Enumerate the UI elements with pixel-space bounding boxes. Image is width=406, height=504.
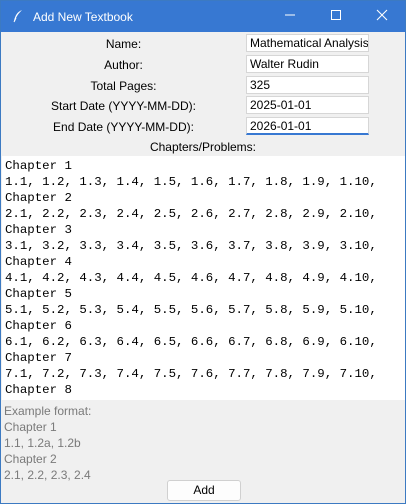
add-textbook-window: Add New Textbook Name: Mathematical Anal…: [0, 0, 406, 504]
text-line: Chapter 2: [5, 191, 72, 205]
chapters-label: Chapters/Problems:: [149, 140, 257, 154]
example-line: Chapter 2: [4, 452, 57, 466]
end-date-label: End Date (YYYY-MM-DD):: [53, 120, 194, 134]
close-icon: [376, 9, 388, 24]
example-line: Example format:: [4, 404, 92, 418]
text-line: 2.1, 2.2, 2.3, 2.4, 2.5, 2.6, 2.7, 2.8, …: [5, 207, 377, 221]
text-line: Chapter 1: [5, 159, 72, 173]
text-line: Chapter 7: [5, 351, 72, 365]
title-bar[interactable]: Add New Textbook: [1, 1, 405, 32]
author-field[interactable]: Walter Rudin: [246, 55, 369, 73]
feather-icon: [11, 9, 25, 23]
text-line: Chapter 8: [5, 383, 72, 397]
add-button[interactable]: Add: [167, 480, 241, 501]
start-date-label: Start Date (YYYY-MM-DD):: [51, 99, 196, 113]
text-line: Chapter 6: [5, 319, 72, 333]
text-line: Chapter 3: [5, 223, 72, 237]
example-line: 2.1, 2.2, 2.3, 2.4: [4, 468, 91, 482]
total-pages-field[interactable]: 325: [246, 76, 369, 94]
text-line: 7.1, 7.2, 7.3, 7.4, 7.5, 7.6, 7.7, 7.8, …: [5, 367, 377, 381]
example-line: Chapter 1: [4, 420, 57, 434]
end-date-field[interactable]: 2026-01-01: [246, 117, 369, 135]
minimize-button[interactable]: [267, 1, 313, 32]
example-line: 1.1, 1.2a, 1.2b: [4, 436, 81, 450]
total-pages-label: Total Pages:: [90, 79, 157, 93]
text-line: Chapter 4: [5, 255, 72, 269]
text-line: 6.1, 6.2, 6.3, 6.4, 6.5, 6.6, 6.7, 6.8, …: [5, 335, 377, 349]
maximize-icon: [330, 9, 342, 24]
text-line: 4.1, 4.2, 4.3, 4.4, 4.5, 4.6, 4.7, 4.8, …: [5, 271, 377, 285]
text-line: 1.1, 1.2, 1.3, 1.4, 1.5, 1.6, 1.7, 1.8, …: [5, 175, 377, 189]
name-field[interactable]: Mathematical Analysis: [246, 34, 369, 52]
close-button[interactable]: [359, 1, 405, 32]
author-label: Author:: [104, 58, 143, 72]
name-label: Name:: [105, 37, 142, 51]
text-line: Chapter 5: [5, 287, 72, 301]
window-title: Add New Textbook: [33, 10, 133, 24]
example-format-hint: Example format: Chapter 1 1.1, 1.2a, 1.2…: [4, 403, 91, 483]
start-date-field[interactable]: 2025-01-01: [246, 96, 369, 114]
maximize-button[interactable]: [313, 1, 359, 32]
minimize-icon: [284, 9, 296, 24]
text-line: 3.1, 3.2, 3.3, 3.4, 3.5, 3.6, 3.7, 3.8, …: [5, 239, 377, 253]
text-line: 5.1, 5.2, 5.3, 5.4, 5.5, 5.6, 5.7, 5.8, …: [5, 303, 377, 317]
chapters-textarea[interactable]: Chapter 1 1.1, 1.2, 1.3, 1.4, 1.5, 1.6, …: [2, 156, 405, 400]
